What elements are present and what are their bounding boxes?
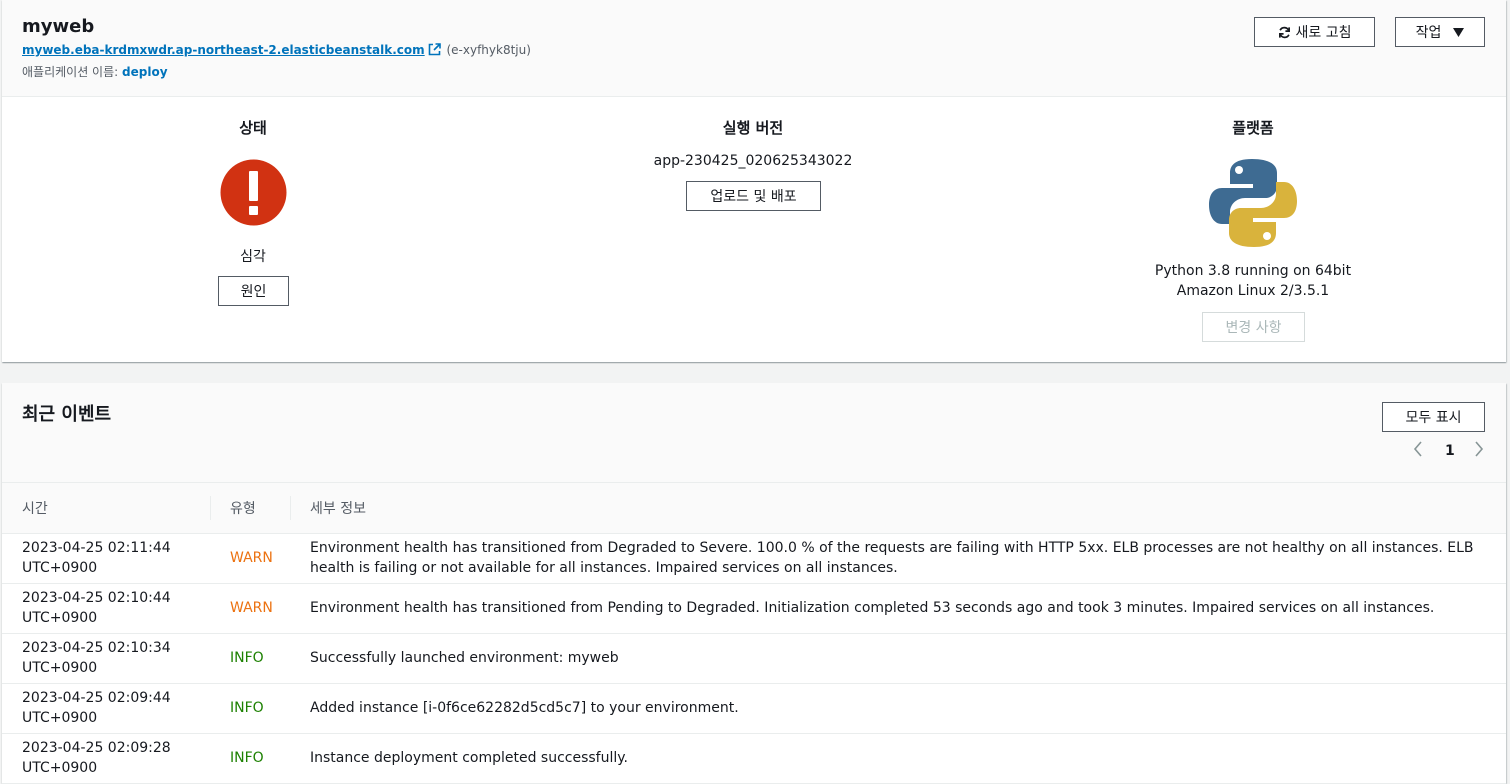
event-type: INFO (210, 683, 290, 734)
platform-title: 플랫폼 (1232, 119, 1274, 137)
show-all-button[interactable]: 모두 표시 (1382, 402, 1485, 432)
environment-overview-panel: myweb myweb.eba-krdmxwdr.ap-northeast-2.… (2, 0, 1506, 362)
events-table-header-row: 시간 유형 세부 정보 (2, 483, 1506, 534)
column-header-details[interactable]: 세부 정보 (290, 483, 1506, 534)
change-platform-button[interactable]: 변경 사항 (1202, 312, 1305, 342)
event-type: WARN (210, 583, 290, 634)
table-row: 2023-04-25 02:11:44 UTC+0900 WARN Environ… (2, 533, 1506, 584)
actions-label: 작업 (1415, 25, 1442, 41)
table-row: 2023-04-25 02:10:44 UTC+0900 WARN Environ… (2, 583, 1506, 634)
application-name-line: 애플리케이션 이름: deploy (22, 63, 168, 80)
event-detail: Environment health has transitioned from… (290, 533, 1506, 584)
event-type: INFO (210, 733, 290, 784)
health-title: 상태 (239, 119, 267, 137)
column-header-type[interactable]: 유형 (210, 483, 290, 534)
refresh-icon (1278, 26, 1291, 39)
table-row: 2023-04-25 02:09:44 UTC+0900 INFO Added i… (2, 683, 1506, 734)
pagination-next-icon[interactable] (1474, 441, 1484, 461)
application-name-label: 애플리케이션 이름: (22, 65, 119, 79)
table-row: 2023-04-25 02:09:28 UTC+0900 INFO Instanc… (2, 733, 1506, 784)
recent-events-panel: 최근 이벤트 모두 표시 1 시간 유형 세부 정보 2023-04-25 02… (2, 383, 1506, 784)
caret-down-icon (1453, 27, 1465, 37)
environment-url-line: myweb.eba-krdmxwdr.ap-northeast-2.elasti… (22, 43, 531, 59)
column-header-time[interactable]: 시간 (2, 483, 210, 534)
platform-line-2: Amazon Linux 2/3.5.1 (1176, 283, 1330, 299)
event-detail: Added instance [i-0f6ce62282d5cd5c7] to … (290, 683, 1506, 734)
event-time: 2023-04-25 02:10:34 UTC+0900 (2, 633, 210, 684)
event-time: 2023-04-25 02:10:44 UTC+0900 (2, 583, 210, 634)
environment-name: myweb (22, 16, 95, 37)
event-time: 2023-04-25 02:09:44 UTC+0900 (2, 683, 210, 734)
event-detail: Successfully launched environment: myweb (290, 633, 1506, 684)
environment-header: myweb myweb.eba-krdmxwdr.ap-northeast-2.… (2, 0, 1506, 97)
causes-button[interactable]: 원인 (218, 276, 289, 306)
refresh-button[interactable]: 새로 고침 (1254, 17, 1375, 47)
event-type: INFO (210, 633, 290, 684)
event-detail: Environment health has transitioned from… (290, 583, 1506, 634)
events-table: 시간 유형 세부 정보 2023-04-25 02:11:44 UTC+0900 … (2, 483, 1506, 784)
event-type: WARN (210, 533, 290, 584)
health-status: 심각 (240, 249, 266, 265)
pagination-current-page[interactable]: 1 (1445, 443, 1455, 459)
table-row: 2023-04-25 02:10:34 UTC+0900 INFO Success… (2, 633, 1506, 684)
pagination-prev-icon[interactable] (1413, 441, 1423, 461)
running-version-title: 실행 버전 (722, 119, 784, 137)
refresh-label: 새로 고침 (1295, 25, 1352, 41)
events-header: 최근 이벤트 모두 표시 1 (2, 383, 1506, 483)
python-logo-icon (1207, 157, 1299, 249)
platform-line-1: Python 3.8 running on 64bit (1154, 263, 1352, 279)
upload-and-deploy-button[interactable]: 업로드 및 배포 (686, 181, 821, 211)
event-time: 2023-04-25 02:11:44 UTC+0900 (2, 533, 210, 584)
event-detail: Instance deployment completed successful… (290, 733, 1506, 784)
version-label: app-230425_020625343022 (653, 153, 853, 169)
environment-url-link[interactable]: myweb.eba-krdmxwdr.ap-northeast-2.elasti… (22, 43, 425, 57)
event-time: 2023-04-25 02:09:28 UTC+0900 (2, 733, 210, 784)
external-link-icon[interactable] (428, 43, 441, 59)
environment-id: (e-xyfhyk8tju) (446, 43, 531, 57)
actions-dropdown-button[interactable]: 작업 (1395, 17, 1485, 47)
severe-alert-icon (220, 159, 287, 226)
events-title: 최근 이벤트 (22, 404, 112, 425)
application-name-link[interactable]: deploy (122, 65, 168, 79)
